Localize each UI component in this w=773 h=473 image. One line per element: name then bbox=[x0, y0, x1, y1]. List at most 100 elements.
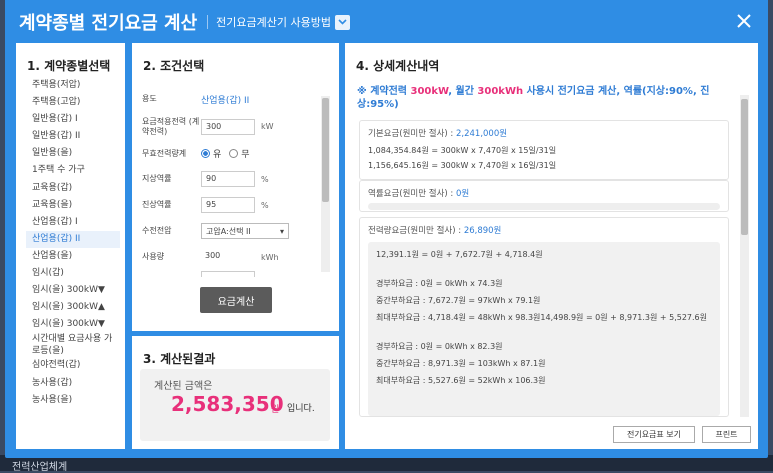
contract-type-item[interactable]: 교육용(갑) bbox=[26, 180, 120, 197]
rate-table-button[interactable]: 전기요금표 보기 bbox=[613, 426, 695, 443]
usage-label: 용도 bbox=[142, 94, 157, 104]
condition-form: 용도 산업용(갑) II 요금적용전력 (계약전력) 300 kW 무효전력량계… bbox=[142, 87, 322, 278]
panel4-title: 4. 상세계산내역 bbox=[356, 59, 440, 73]
contract-type-item[interactable]: 시간대별 요금사용 가로등(을) bbox=[26, 333, 120, 357]
usage-row: 용도 산업용(갑) II bbox=[142, 87, 322, 112]
condition-panel: 2. 조건선택 용도 산업용(갑) II 요금적용전력 (계약전력) 300 k… bbox=[132, 43, 339, 331]
energy-detail-area: 12,391.1원 = 0원 + 7,672.7원 + 4,718.4원 경부하요… bbox=[368, 242, 720, 416]
usage-amount-row: 사용량 300 kWh bbox=[142, 244, 322, 270]
voltage-label: 수전전압 bbox=[142, 226, 172, 235]
detail-scroll-thumb[interactable] bbox=[741, 99, 748, 235]
power-input[interactable]: 300 bbox=[201, 118, 255, 135]
pf-hscrollbar[interactable] bbox=[368, 203, 720, 210]
panel1-title: 1. 계약종별선택 bbox=[27, 59, 111, 73]
reactive-label: 무효전력량계 bbox=[142, 148, 187, 158]
radio-no[interactable]: 무 bbox=[229, 147, 250, 160]
close-icon[interactable] bbox=[734, 11, 754, 31]
calculator-modal: 계약종별 전기요금 계산 전기요금계산기 사용방법 1. 계약종별선택 주택용(… bbox=[5, 0, 768, 458]
pf-value: 0원 bbox=[455, 189, 470, 199]
power-unit: kW bbox=[261, 122, 274, 131]
cutoff-row bbox=[142, 270, 322, 278]
detail-panel: 4. 상세계산내역 ※ 계약전력 300kW, 월간 300kWh 사용시 전기… bbox=[345, 43, 758, 449]
contract-type-item[interactable]: 주택용(고압) bbox=[26, 94, 120, 111]
lag-row: 지상역률 90 % bbox=[142, 166, 322, 192]
contract-type-item[interactable]: 산업용(갑) II bbox=[26, 230, 120, 248]
contract-type-item[interactable]: 교육용(을) bbox=[26, 197, 120, 214]
contract-type-item[interactable]: 농사용(갑) bbox=[26, 375, 120, 392]
contract-type-item[interactable]: 1주택 수 가구 bbox=[26, 162, 120, 179]
result-amount: 2,583,350 bbox=[171, 392, 284, 416]
condition-scroll-thumb[interactable] bbox=[322, 98, 329, 202]
print-button[interactable]: 프린트 bbox=[702, 426, 751, 443]
usage-guide-link[interactable]: 전기요금계산기 사용방법 bbox=[216, 14, 331, 30]
summary-kwh: 300kWh bbox=[477, 86, 524, 97]
base-fee-line2: 1,156,645.16원 = 300kW x 7,470원 x 16일/31일 bbox=[368, 161, 557, 170]
contract-type-item[interactable]: 심야전력(갑) bbox=[26, 357, 120, 374]
summary-kw: 300kW bbox=[410, 86, 449, 97]
condition-scrollbar[interactable] bbox=[321, 96, 330, 272]
contract-type-item[interactable]: 임시(을) 300kW▲ bbox=[26, 299, 120, 316]
contract-type-item[interactable]: 임시(을) 300kW▼ bbox=[26, 316, 120, 333]
lag-input[interactable]: 90 bbox=[201, 171, 255, 187]
detail-summary: ※ 계약전력 300kW, 월간 300kWh 사용시 전기요금 계산, 역률(… bbox=[357, 85, 727, 111]
summary-prefix: ※ 계약전력 bbox=[357, 86, 411, 97]
contract-type-item[interactable]: 농사용(을) bbox=[26, 392, 120, 409]
base-fee-value: 2,241,000원 bbox=[455, 129, 508, 139]
title-divider bbox=[207, 15, 209, 29]
result-panel: 3. 계산된결과 계산된 금액은 2,583,350 원 입니다. bbox=[132, 336, 339, 449]
power-label: 요금적용전력 (계약전력) bbox=[142, 116, 200, 136]
usage-amount-input[interactable]: 300 bbox=[201, 249, 255, 265]
voltage-select[interactable]: 고압A:선택 II ▾ bbox=[201, 223, 289, 239]
pf-head: 역률요금(원미만 절사) : 0원 bbox=[368, 187, 720, 199]
energy-value: 26,890원 bbox=[463, 226, 502, 236]
contract-type-item[interactable]: 일반용(을) bbox=[26, 145, 120, 162]
lag-label: 지상역률 bbox=[142, 174, 172, 183]
result-label: 계산된 금액은 bbox=[154, 381, 213, 392]
lead-unit: % bbox=[261, 200, 269, 210]
base-fee-head: 기본요금(원미만 절사) : 2,241,000원 bbox=[368, 127, 720, 139]
calculate-button[interactable]: 요금계산 bbox=[200, 287, 272, 313]
pf-label: 역률요금(원미만 절사) : bbox=[368, 189, 456, 199]
energy-detail-line: 최대부하요금 : 4,718.4원 = 48kWh x 98.3원14,498.… bbox=[376, 313, 708, 322]
energy-detail-line: 경부하요금 : 0원 = 0kWh x 82.3원 bbox=[376, 342, 503, 351]
energy-head: 전력량요금(원미만 절사) : 26,890원 bbox=[368, 224, 720, 236]
contract-type-item[interactable]: 임시(갑) bbox=[26, 265, 120, 282]
radio-yes[interactable]: 유 bbox=[201, 147, 221, 160]
panel3-title: 3. 계산된결과 bbox=[143, 352, 216, 366]
result-tail: 입니다. bbox=[287, 404, 315, 414]
contract-type-item[interactable]: 일반용(갑) II bbox=[26, 128, 120, 145]
power-factor-box: 역률요금(원미만 절사) : 0원 bbox=[359, 180, 729, 212]
panel2-title: 2. 조건선택 bbox=[143, 59, 205, 73]
contract-type-item[interactable]: 임시(을) 300kW▼ bbox=[26, 282, 120, 299]
usage-guide-toggle[interactable] bbox=[334, 14, 350, 30]
contract-type-item[interactable]: 산업용(을) bbox=[26, 248, 120, 265]
result-box: 계산된 금액은 2,583,350 원 입니다. bbox=[140, 369, 330, 441]
lead-input[interactable]: 95 bbox=[201, 197, 255, 213]
modal-titlebar: 계약종별 전기요금 계산 전기요금계산기 사용방법 bbox=[5, 0, 768, 44]
lag-unit: % bbox=[261, 174, 269, 184]
contract-type-item[interactable]: 주택용(저압) bbox=[26, 77, 120, 94]
energy-label: 전력량요금(원미만 절사) : bbox=[368, 226, 464, 236]
radio-yes-dot bbox=[201, 149, 210, 159]
select-arrow-icon: ▾ bbox=[279, 226, 284, 236]
cutoff-input[interactable] bbox=[201, 271, 255, 277]
detail-scrollbar[interactable] bbox=[740, 95, 749, 417]
lead-row: 진상역률 95 % bbox=[142, 192, 322, 218]
contract-type-item[interactable]: 산업용(갑) I bbox=[26, 214, 120, 231]
chevron-down-icon bbox=[338, 19, 347, 25]
modal-title: 계약종별 전기요금 계산 bbox=[19, 13, 198, 34]
usage-amount-label: 사용량 bbox=[142, 252, 165, 261]
reactive-row: 무효전력량계 유 무 bbox=[142, 142, 322, 167]
contract-type-item[interactable]: 일반용(갑) I bbox=[26, 111, 120, 128]
energy-detail-line: 최대부하요금 : 5,527.6원 = 52kWh x 106.3원 bbox=[376, 376, 546, 385]
base-fee-line1: 1,084,354.84원 = 300kW x 7,470원 x 15일/31일 bbox=[368, 146, 557, 155]
energy-detail-line: 중간부하요금 : 8,971.3원 = 103kWh x 87.1원 bbox=[376, 359, 546, 368]
contract-type-panel: 1. 계약종별선택 주택용(저압) 주택용(고압) 일반용(갑) I 일반용(갑) I… bbox=[16, 43, 125, 449]
radio-no-dot bbox=[229, 149, 239, 159]
lead-label: 진상역률 bbox=[142, 200, 172, 209]
voltage-row: 수전전압 고압A:선택 II ▾ bbox=[142, 218, 322, 244]
energy-detail-line: 경부하요금 : 0원 = 0kWh x 74.3원 bbox=[376, 279, 503, 288]
voltage-value: 고압A:선택 II bbox=[206, 226, 251, 236]
